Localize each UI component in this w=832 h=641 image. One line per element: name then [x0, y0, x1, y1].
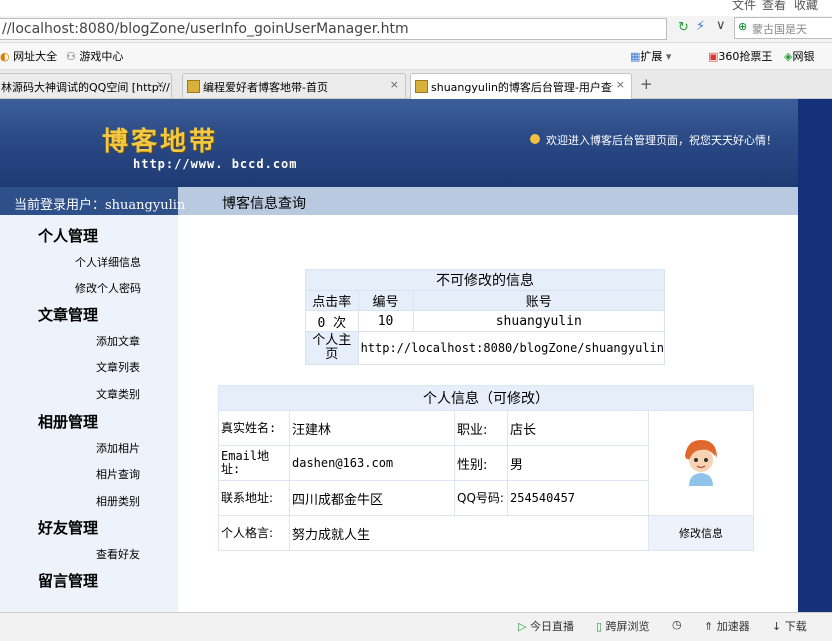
- real-name-label: 真实姓名:: [219, 411, 289, 445]
- page-scrollbar[interactable]: [798, 99, 832, 612]
- menu-file[interactable]: 文件: [732, 0, 756, 13]
- chevron-down-icon: ▾: [665, 50, 672, 63]
- sidebar: 个人管理 个人详细信息 修改个人密码 文章管理 添加文章 文章列表 文章类别 相…: [0, 215, 178, 612]
- status-clock[interactable]: ◷: [672, 618, 682, 631]
- sidebar-group-friends[interactable]: 好友管理: [38, 517, 98, 538]
- qq-label: QQ号码:: [455, 481, 507, 515]
- page-viewport: 博客地带 http://www. bccd.com 欢迎进入博客后台管理页面，祝…: [0, 99, 798, 612]
- ticket-icon: ▣: [708, 50, 719, 63]
- homepage-label: 个人主页: [306, 332, 358, 364]
- section-title: 博客信息查询: [222, 196, 306, 212]
- current-user: 当前登录用户：shuangyulin: [14, 198, 186, 213]
- menu-view[interactable]: 查看: [762, 0, 786, 13]
- browser-menu-bar: 文件 查看 收藏: [0, 0, 832, 16]
- sidebar-group-albums[interactable]: 相册管理: [38, 411, 98, 432]
- site-logo-url: http://www. bccd.com: [133, 157, 298, 171]
- chevron-down-icon[interactable]: ∨: [716, 18, 726, 33]
- edit-info-button[interactable]: 修改信息: [649, 516, 753, 550]
- avatar: [685, 440, 717, 486]
- gender-label: 性别:: [455, 446, 507, 480]
- page-icon: [415, 80, 428, 93]
- account-value: shuangyulin: [413, 311, 664, 331]
- site-logo: 博客地带: [102, 127, 219, 157]
- sidebar-item-personal-details[interactable]: 个人详细信息: [75, 254, 141, 270]
- email-label: Email地址:: [219, 446, 289, 480]
- bookmarks-bar: ◐ 网址大全 ⚇ 游戏中心 ▦扩展 ▾ ▣360抢票王 ◈网银: [0, 43, 832, 70]
- lightning-icon[interactable]: ⚡: [696, 19, 705, 34]
- bulb-icon: [530, 134, 540, 144]
- col-header-id: 编号: [358, 291, 413, 310]
- search-icon: ⊕: [738, 20, 748, 33]
- avatar-cell: [649, 411, 753, 515]
- motto-value: 努力成就人生: [290, 516, 648, 550]
- sidebar-group-articles[interactable]: 文章管理: [38, 304, 98, 325]
- search-placeholder: 蒙古国是天: [752, 23, 807, 36]
- clock-icon: ◷: [672, 618, 682, 631]
- main-content: 不可修改的信息 点击率 编号 账号 0 次 10 shuangyulin 个人主…: [178, 215, 798, 612]
- bookmark-game-center[interactable]: ⚇ 游戏中心: [66, 48, 123, 64]
- tab-qq-space[interactable]: 林源码大神调试的QQ空间 [http:// ×: [0, 73, 172, 98]
- sidebar-item-article-list[interactable]: 文章列表: [96, 359, 140, 375]
- motto-label: 个人格言:: [219, 516, 289, 550]
- url-text: //localhost:8080/blogZone/userInfo_goinU…: [2, 21, 409, 37]
- download-icon: ↓: [772, 620, 782, 633]
- status-bar: ▷ 今日直播 ▯ 跨屏浏览 ◷ ⇑ 加速器 ↓ 下载: [0, 612, 832, 641]
- sidebar-item-view-friends[interactable]: 查看好友: [96, 546, 140, 562]
- bookmark-extensions[interactable]: ▦扩展 ▾: [630, 48, 671, 64]
- real-name-value: 汪建林: [290, 411, 454, 445]
- close-icon[interactable]: ×: [616, 78, 625, 91]
- status-cross-screen[interactable]: ▯ 跨屏浏览: [596, 618, 650, 634]
- tab-bar: 林源码大神调试的QQ空间 [http:// × 编程爱好者博客地带-首页 × s…: [0, 70, 832, 99]
- homepage-link[interactable]: http://localhost:8080/blogZone/shuangyul…: [358, 332, 664, 364]
- sidebar-item-article-category[interactable]: 文章类别: [96, 386, 140, 402]
- play-icon: ▷: [518, 620, 527, 633]
- email-value: dashen@163.com: [290, 446, 454, 480]
- status-download[interactable]: ↓ 下载: [772, 618, 807, 634]
- gamepad-icon: ⚇: [66, 50, 76, 63]
- gender-value: 男: [508, 446, 648, 480]
- refresh-icon[interactable]: ↻: [678, 20, 689, 35]
- close-icon[interactable]: ×: [390, 78, 399, 91]
- tab-blog-home[interactable]: 编程爱好者博客地带-首页 ×: [182, 73, 406, 98]
- readonly-info-table: 不可修改的信息 点击率 编号 账号 0 次 10 shuangyulin 个人主…: [305, 269, 665, 365]
- personal-info-title: 个人信息（可修改）: [219, 386, 753, 410]
- sidebar-item-photo-query[interactable]: 相片查询: [96, 466, 140, 482]
- bookmark-online-bank[interactable]: ◈网银: [784, 48, 814, 64]
- web-directory-icon: ◐: [0, 50, 10, 63]
- sidebar-item-album-category[interactable]: 相册类别: [96, 493, 140, 509]
- clicks-value: 0 次: [306, 311, 358, 331]
- id-value: 10: [358, 311, 413, 331]
- readonly-info-title: 不可修改的信息: [306, 270, 664, 290]
- sidebar-group-messages[interactable]: 留言管理: [38, 570, 98, 591]
- sidebar-item-add-photo[interactable]: 添加相片: [96, 440, 140, 456]
- search-field[interactable]: ⊕ 蒙古国是天: [734, 17, 832, 39]
- sidebar-item-add-article[interactable]: 添加文章: [96, 333, 140, 349]
- sidebar-group-personal[interactable]: 个人管理: [38, 225, 98, 246]
- qq-value: 254540457: [508, 481, 648, 515]
- rocket-icon: ⇑: [704, 620, 714, 633]
- menu-favorites[interactable]: 收藏: [794, 0, 818, 13]
- col-header-clicks: 点击率: [306, 291, 358, 310]
- col-header-account: 账号: [413, 291, 664, 310]
- site-banner: 博客地带 http://www. bccd.com 欢迎进入博客后台管理页面，祝…: [0, 99, 798, 187]
- grid-icon: ▦: [630, 50, 641, 63]
- job-value: 店长: [508, 411, 648, 445]
- close-icon[interactable]: ×: [156, 78, 165, 91]
- address-bar-tools: ↻ ⚡ ∨ ⊕ 蒙古国是天: [672, 17, 832, 39]
- personal-info-table: 个人信息（可修改） 真实姓名: 汪建林 职业: 店长 Email地址: dash…: [218, 385, 754, 551]
- tab-blog-admin[interactable]: shuangyulin的博客后台管理-用户查询 ×: [410, 73, 632, 99]
- welcome-message: 欢迎进入博客后台管理页面，祝您天天好心情！: [546, 134, 777, 147]
- new-tab-button[interactable]: +: [640, 75, 653, 93]
- phone-icon: ▯: [596, 620, 603, 633]
- sidebar-item-change-password[interactable]: 修改个人密码: [75, 280, 141, 296]
- page-icon: [187, 80, 200, 93]
- job-label: 职业:: [455, 411, 507, 445]
- address-label: 联系地址:: [219, 481, 289, 515]
- bookmark-ticket-king[interactable]: ▣360抢票王: [708, 48, 772, 64]
- status-live[interactable]: ▷ 今日直播: [518, 618, 574, 634]
- bookmark-web-directory[interactable]: ◐ 网址大全: [0, 48, 57, 64]
- address-value: 四川成都金牛区: [290, 481, 454, 515]
- status-accelerator[interactable]: ⇑ 加速器: [704, 618, 750, 634]
- url-field[interactable]: //localhost:8080/blogZone/userInfo_goinU…: [0, 18, 667, 40]
